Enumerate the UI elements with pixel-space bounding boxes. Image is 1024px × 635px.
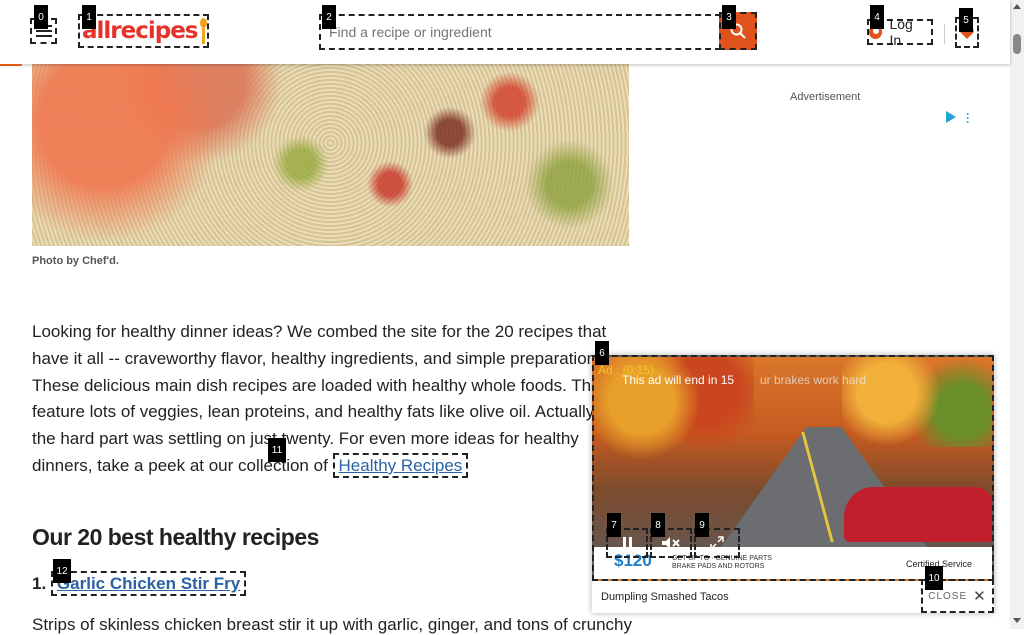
site-logo[interactable]: allrecipes — [78, 14, 209, 48]
element-badge: 10 — [925, 566, 943, 590]
login-label: Log In — [889, 16, 913, 48]
header-progress-line — [0, 64, 22, 66]
element-badge: 8 — [651, 513, 665, 537]
header-divider — [944, 24, 945, 44]
element-badge: 12 — [53, 559, 71, 583]
expand-icon — [710, 536, 724, 550]
recipe-description: Strips of skinless chicken breast stir i… — [32, 615, 632, 634]
site-header: allrecipes Log In — [0, 0, 1010, 64]
video-title: Dumpling Smashed Tacos — [601, 591, 729, 603]
scroll-up-arrow-icon[interactable] — [1013, 4, 1021, 9]
element-badge: 9 — [695, 513, 709, 537]
ad-countdown: This ad will end in 15 — [622, 373, 735, 387]
item-number: 1. — [32, 574, 47, 593]
element-badge: 3 — [722, 5, 736, 29]
element-badge: 0 — [34, 5, 48, 29]
photo-credit: Photo by Chef'd. — [32, 255, 119, 267]
logo-text: allrecipes — [82, 18, 199, 44]
recipe-photo — [32, 40, 629, 246]
close-icon: ✕ — [973, 588, 987, 605]
element-badge: 4 — [870, 5, 884, 29]
adchoices-icon[interactable] — [946, 111, 956, 123]
element-badge: 7 — [607, 513, 621, 537]
element-badge: 1 — [82, 5, 96, 29]
close-label: CLOSE — [928, 590, 968, 602]
section-title: Our 20 best healthy recipes — [32, 524, 319, 550]
intro-text: Looking for healthy dinner ideas? We com… — [32, 322, 610, 475]
pause-icon — [622, 537, 632, 549]
recipe-link-garlic-chicken[interactable]: Garlic Chicken Stir Fry — [50, 571, 247, 596]
healthy-recipes-link[interactable]: Healthy Recipes — [332, 452, 469, 478]
ad-headline: ur brakes work hard — [760, 373, 867, 387]
autumn-trees-right — [842, 357, 992, 447]
article-intro: Looking for healthy dinner ideas? We com… — [32, 319, 622, 480]
video-frame[interactable]: Ad : (0:15) This ad will end in 15 ur br… — [592, 355, 994, 581]
ad-options-icon[interactable]: · · · — [966, 108, 970, 128]
advertisement-label: Advertisement — [790, 91, 861, 103]
scroll-down-arrow-icon[interactable] — [1013, 618, 1021, 623]
element-badge: 11 — [268, 438, 286, 462]
muted-speaker-icon — [662, 537, 680, 549]
scroll-thumb[interactable] — [1013, 34, 1021, 54]
element-badge: 5 — [959, 8, 973, 32]
element-badge: 2 — [322, 5, 336, 29]
search-input[interactable] — [319, 14, 721, 50]
spoon-icon — [199, 18, 207, 44]
element-badge: 6 — [595, 341, 609, 365]
red-car-image — [844, 487, 992, 542]
page-scrollbar[interactable] — [1010, 0, 1024, 629]
